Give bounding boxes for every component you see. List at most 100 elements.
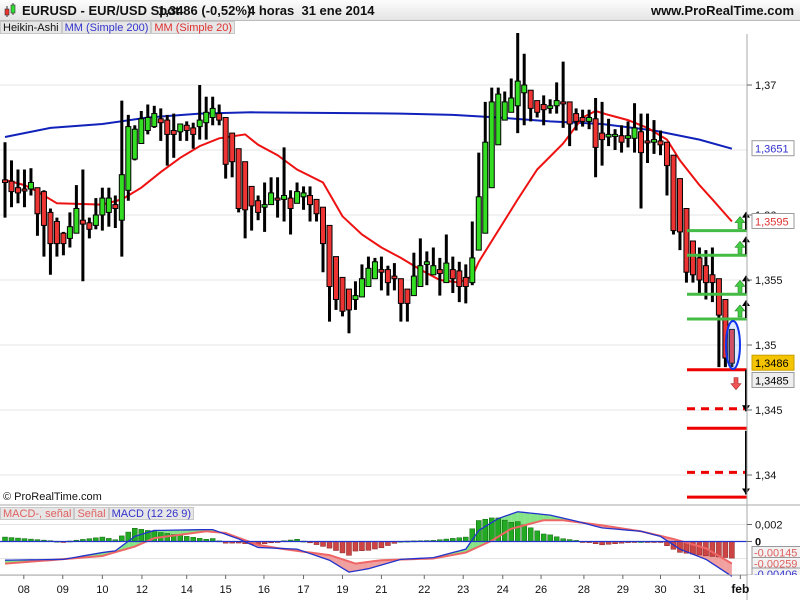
candle-down (255, 200, 262, 213)
candle-down (8, 180, 15, 193)
candle-down (436, 269, 443, 275)
candle-down (657, 140, 664, 146)
candle-down (644, 140, 651, 144)
date-tick-label: 15 (220, 584, 232, 596)
candle-down (638, 131, 645, 154)
date-tick-label: 29 (617, 584, 629, 596)
macd-histogram-bar (527, 527, 534, 542)
price-tick-label: 1,355 (755, 275, 783, 287)
macd-histogram-bar (508, 522, 514, 542)
macd-histogram-bar (521, 524, 527, 542)
candle-up (417, 265, 424, 288)
candle-down (40, 191, 47, 226)
candle-down (702, 265, 709, 284)
macd-histogram-bar (326, 541, 333, 549)
date-tick-label: 12 (136, 584, 148, 596)
candle-down (216, 113, 223, 121)
candle-up (66, 226, 73, 239)
candle-up (605, 133, 612, 138)
macd-histogram-bar (119, 535, 125, 542)
macd-histogram-bar (372, 541, 378, 550)
candle-up (151, 113, 158, 128)
candle-up (488, 101, 495, 189)
candle-down (313, 198, 320, 215)
date-tick-label: 23 (457, 584, 469, 596)
candle-down (170, 130, 177, 135)
up-arrow-icon (734, 240, 746, 254)
macd-histogram-bar (132, 527, 138, 542)
candle-down (715, 278, 722, 316)
candle-up (118, 174, 125, 221)
candle-down (14, 187, 21, 194)
price-tick-label: 1,345 (755, 405, 783, 417)
candle-down (339, 276, 346, 312)
candle-down (676, 178, 683, 233)
date-tick-label: 10 (96, 584, 108, 596)
date-tick-label: 16 (258, 584, 270, 596)
price-tag-bid: 1,3485 (755, 376, 789, 388)
candle-up (27, 182, 34, 190)
candle-down (527, 89, 534, 109)
tab-signal[interactable]: Señal (74, 507, 109, 520)
candle-up (177, 123, 184, 133)
macd-tabs: MACD-, señal Señal MACD (12 26 9) (0, 507, 195, 520)
date-tick-label: 22 (418, 584, 430, 596)
price-tag-ma200: 1,3651 (755, 144, 789, 156)
candle-down (404, 288, 411, 304)
candle-down (462, 276, 469, 287)
candle-down (274, 197, 281, 201)
macd-histogram-bar (547, 534, 553, 542)
candle-down (683, 208, 690, 273)
candle-down (566, 101, 573, 125)
candle-down (397, 278, 404, 304)
candle-up (586, 117, 593, 122)
candle-down (60, 232, 67, 245)
date-tick-label: 26 (535, 584, 547, 596)
macd-tick-label: 0,002 (755, 520, 783, 532)
candle-down (579, 117, 586, 122)
candle-down (345, 288, 352, 311)
macd-histogram-bar (534, 530, 540, 542)
candle-up (482, 141, 489, 234)
candle-up (131, 128, 138, 160)
macd-histogram-bar (183, 536, 190, 542)
date-tick-label: 30 (654, 584, 666, 596)
candle-up (268, 192, 275, 206)
macd-histogram-bar (352, 541, 359, 552)
candle-down (53, 221, 60, 245)
macd-histogram-bar (151, 531, 158, 542)
macd-histogram-bar (729, 541, 735, 559)
candle-up (371, 261, 378, 280)
candle-up (73, 208, 80, 234)
candle-down (21, 188, 28, 192)
date-tick-label: 28 (578, 584, 590, 596)
candle-down (229, 132, 236, 163)
macd-histogram-bar (346, 541, 352, 556)
date-tick-label: 08 (18, 584, 30, 596)
date-tick-label: 31 (693, 584, 705, 596)
macd-histogram-bar (514, 521, 521, 542)
price-tick-label: 1,35 (755, 340, 776, 352)
axis-corner (748, 575, 800, 600)
candle-up (144, 117, 151, 131)
candle-up (92, 214, 99, 226)
candle-down (222, 117, 229, 165)
candle-up (631, 127, 638, 139)
candle-up (612, 133, 619, 137)
candle-down (248, 185, 255, 207)
candle-up (99, 197, 106, 216)
candle-up (294, 191, 301, 204)
date-tick-label: 17 (297, 584, 309, 596)
candle-down (287, 197, 294, 210)
macd-histogram-bar (722, 541, 729, 558)
candle-up (553, 100, 560, 107)
candle-up (469, 257, 476, 284)
candle-down (183, 124, 190, 132)
candle-down (663, 141, 670, 167)
tab-macd[interactable]: MACD (12 26 9) (108, 507, 195, 520)
date-tick-label: feb (731, 582, 749, 596)
candle-up (651, 139, 657, 143)
tab-macd-histogram[interactable]: MACD-, señal (0, 507, 75, 520)
candle-down (378, 269, 385, 273)
candle-down (696, 257, 703, 281)
